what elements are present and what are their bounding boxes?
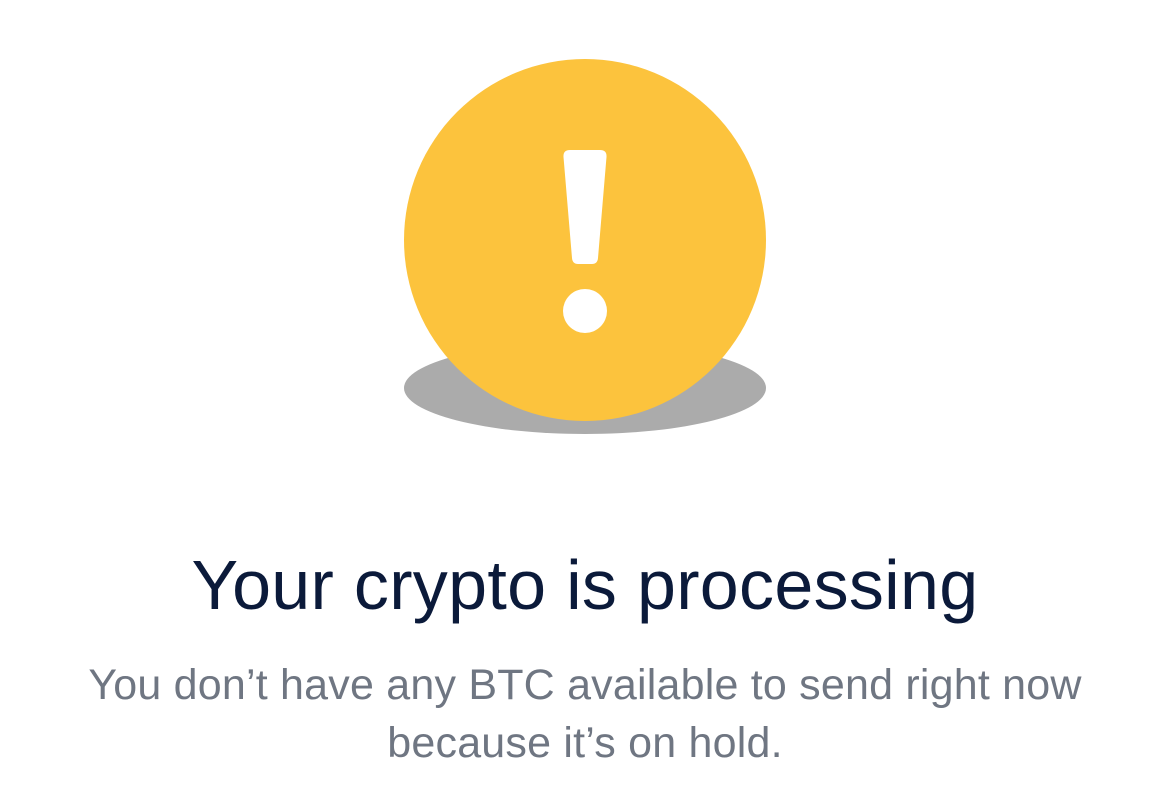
status-message: You don’t have any BTC available to send… — [88, 661, 1082, 767]
status-illustration — [0, 0, 1170, 450]
exclamation-warning-icon — [404, 59, 766, 434]
exclamation-dot — [563, 289, 607, 333]
page-title: Your crypto is processing — [191, 546, 979, 624]
